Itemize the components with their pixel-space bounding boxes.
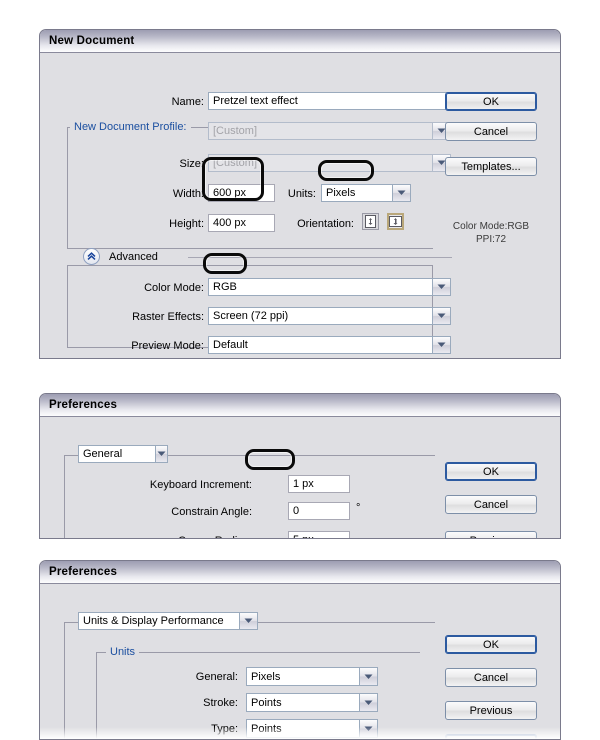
preferences-general-previous-button[interactable]: Previous [445,531,537,539]
preferences-units-previous-label: Previous [469,704,513,717]
name-label: Name: [171,96,204,108]
document-name-value: Pretzel text effect [213,95,298,107]
new-document-cancel-label: Cancel [473,125,509,138]
units-general-select[interactable]: Pixels [246,667,378,686]
width-value: 600 px [213,187,247,199]
new-document-profile-select[interactable]: [Custom] [208,122,451,140]
corner-radius-input[interactable]: 5 px [288,531,350,538]
new-document-ok-label: OK [483,95,499,108]
units-label: Units: [287,188,316,200]
height-input[interactable]: 400 px [208,214,275,232]
raster-effects-select[interactable]: Screen (72 ppi) [208,307,451,325]
preferences-section-select[interactable]: General [78,445,168,463]
preferences-section-value: Units & Display Performance [78,612,239,630]
new-document-body: New Document Profile: Name: Pretzel text… [40,53,560,358]
preferences-general-title: Preferences [49,399,118,411]
units-stroke-label: Stroke: [203,697,238,709]
preferences-units-cancel-label: Cancel [473,671,509,684]
color-mode-select[interactable]: RGB [208,278,451,296]
new-document-ok-button[interactable]: OK [445,92,537,111]
advanced-disclosure-toggle[interactable] [83,248,100,265]
units-stroke-value: Points [246,693,359,712]
new-document-cancel-button[interactable]: Cancel [445,122,537,141]
constrain-angle-value: 0 [293,505,300,517]
height-label: Height: [169,218,204,230]
chevron-double-up-icon [87,252,96,260]
preferences-units-previous-button[interactable]: Previous [445,701,537,720]
width-label: Width: [172,188,204,200]
orientation-label: Orientation: [297,218,354,230]
document-name-input[interactable]: Pretzel text effect [208,92,451,110]
chevron-down-icon [392,184,411,202]
size-label: Size: [179,158,204,170]
preferences-section-select[interactable]: Units & Display Performance [78,612,258,630]
units-select[interactable]: Pixels [321,184,411,202]
preferences-units-ok-button[interactable]: OK [445,635,537,654]
preferences-general-titlebar: Preferences [40,394,560,417]
keyboard-increment-value: 1 px [293,478,314,490]
preferences-general-ok-label: OK [483,465,499,478]
preferences-units-titlebar: Preferences [40,561,560,584]
constrain-angle-label: Constrain Angle: [171,506,252,518]
corner-radius-label: Corner Radius: [168,535,252,538]
new-document-templates-label: Templates... [461,160,521,173]
new-document-title: New Document [49,35,135,47]
preferences-general-dialog: Preferences General Keyboard Increment: … [39,393,561,539]
new-document-titlebar: New Document [40,30,560,53]
units-value: Pixels [321,184,392,202]
preferences-general-body: General Keyboard Increment: 1 px Constra… [40,417,560,539]
preferences-general-cancel-button[interactable]: Cancel [445,495,537,514]
new-document-templates-button[interactable]: Templates... [445,157,537,176]
new-document-profile-value: [Custom] [208,122,432,140]
chevron-down-icon [239,612,258,630]
preview-mode-value: Default [208,336,432,354]
preferences-general-ok-button[interactable]: OK [445,462,537,481]
size-select[interactable]: [Custom] [208,154,451,172]
degree-symbol: ° [356,502,361,514]
keyboard-increment-input[interactable]: 1 px [288,475,350,493]
preferences-general-previous-label: Previous [470,535,513,539]
preferences-section-value: General [78,445,155,463]
orientation-landscape-button[interactable] [387,213,404,230]
chevron-down-icon [359,667,378,686]
preferences-units-body: Units & Display Performance Units Genera… [40,584,560,739]
keyboard-increment-label: Keyboard Increment: [149,479,252,491]
preferences-units-ok-label: OK [483,638,499,651]
preferences-units-cancel-button[interactable]: Cancel [445,668,537,687]
color-mode-value: RGB [208,278,432,296]
bottom-fade-mask [40,727,560,739]
width-input[interactable]: 600 px [208,184,275,202]
size-value: [Custom] [208,154,432,172]
constrain-angle-input[interactable]: 0 [288,502,350,520]
orientation-portrait-button[interactable] [362,213,379,230]
preview-mode-select[interactable]: Default [208,336,451,354]
units-group-legend: Units [106,646,140,658]
units-general-value: Pixels [246,667,359,686]
color-mode-label: Color Mode: [144,282,204,294]
corner-radius-value: 5 px [293,534,314,538]
preview-mode-label: Preview Mode: [131,340,204,352]
document-summary-text: Color Mode:RGB PPI:72 [452,221,530,245]
preferences-units-title: Preferences [49,566,118,578]
units-general-label: General: [195,671,238,683]
preferences-units-dialog: Preferences Units & Display Performance … [39,560,561,740]
raster-effects-label: Raster Effects: [132,311,204,323]
preferences-general-cancel-label: Cancel [473,498,509,511]
chevron-down-icon [155,445,168,463]
chevron-down-icon [432,278,451,296]
preferences-general-group [64,455,435,538]
advanced-label: Advanced [109,251,158,263]
new-document-profile-legend: New Document Profile: [70,121,191,133]
new-document-dialog: New Document New Document Profile: Name:… [39,29,561,359]
units-stroke-select[interactable]: Points [246,693,378,712]
height-value: 400 px [213,217,247,229]
raster-effects-value: Screen (72 ppi) [208,307,432,325]
chevron-down-icon [432,307,451,325]
chevron-down-icon [359,693,378,712]
advanced-divider [188,257,452,258]
chevron-down-icon [432,336,451,354]
